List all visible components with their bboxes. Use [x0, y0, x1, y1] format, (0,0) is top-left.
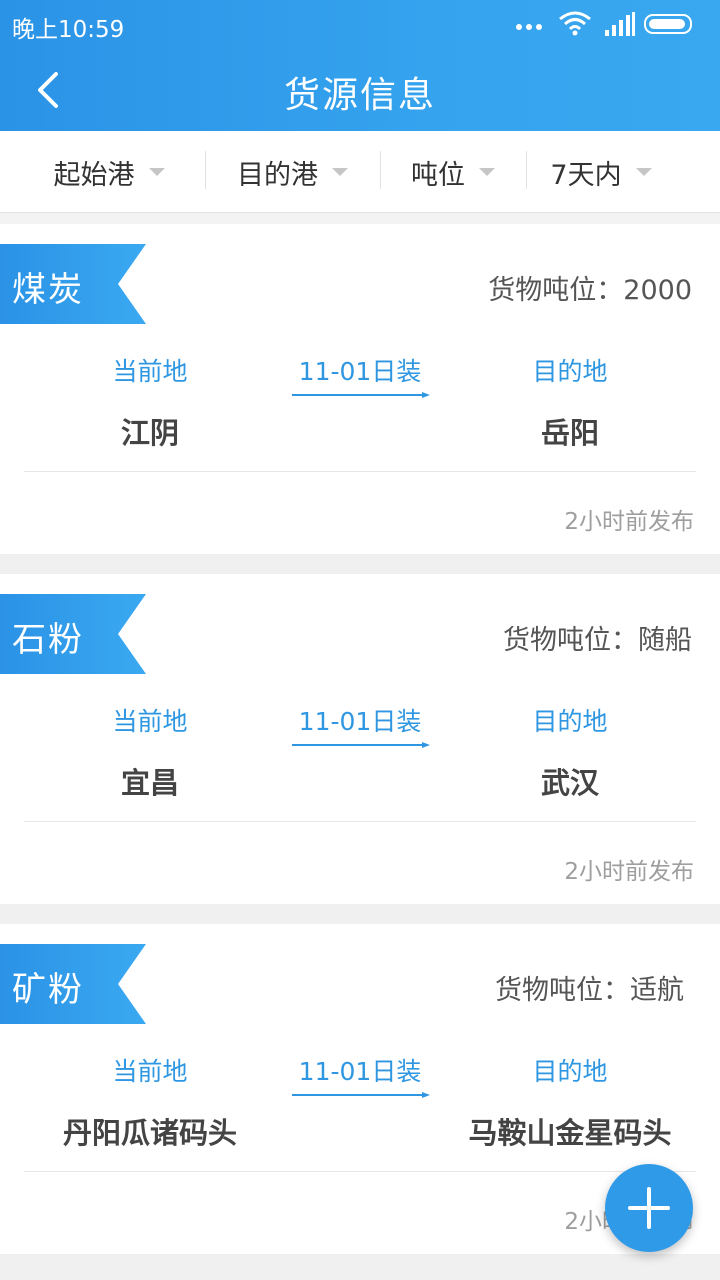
loading-date: 11-01日装 — [298, 357, 422, 386]
page-title: 货源信息 — [283, 75, 436, 116]
loading-date: 11-01日装 — [298, 1057, 422, 1086]
posted-time: 2小时前发布 — [564, 859, 694, 885]
category-ribbon: 煤炭 — [0, 244, 146, 324]
filter-bar: 起始港 目的港 吨位 7天内 — [0, 131, 720, 213]
category-label: 煤炭 — [12, 270, 84, 310]
filter-tonnage[interactable]: 吨位 — [380, 131, 526, 213]
filter-time-range[interactable]: 7天内 — [526, 131, 676, 213]
caret-down-icon — [635, 168, 652, 176]
route-arrow-icon — [292, 1092, 430, 1098]
origin-place: 宜昌 — [120, 766, 179, 800]
signal-icon — [605, 12, 635, 36]
filter-label: 7天内 — [550, 159, 622, 191]
category-ribbon: 石粉 — [0, 594, 146, 674]
filter-destination-port[interactable]: 目的港 — [205, 131, 380, 213]
category-label: 矿粉 — [12, 970, 84, 1010]
filter-label: 目的港 — [237, 159, 318, 191]
origin-label: 当前地 — [112, 707, 188, 736]
divider — [24, 821, 696, 822]
destination-label: 目的地 — [532, 1057, 608, 1086]
caret-down-icon — [148, 168, 165, 176]
destination-place: 岳阳 — [540, 416, 599, 450]
more-dots-icon — [516, 16, 546, 30]
divider — [24, 471, 696, 472]
cargo-card[interactable]: 石粉 货物吨位：随船 当前地 11-01日装 目的地 宜昌 武汉 2小时前发布 — [0, 574, 720, 904]
origin-place: 江阴 — [120, 416, 179, 450]
route-arrow-icon — [292, 392, 430, 398]
tonnage-text: 货物吨位：随船 — [503, 625, 692, 656]
destination-label: 目的地 — [532, 357, 608, 386]
origin-label: 当前地 — [112, 1057, 188, 1086]
battery-icon — [644, 14, 692, 34]
origin-label: 当前地 — [112, 357, 188, 386]
caret-down-icon — [332, 168, 348, 176]
status-time: 晚上10:59 — [12, 17, 125, 43]
category-label: 石粉 — [12, 620, 84, 660]
loading-date: 11-01日装 — [298, 707, 422, 736]
origin-place: 丹阳瓜诸码头 — [62, 1116, 237, 1150]
category-ribbon: 矿粉 — [0, 944, 146, 1024]
app-header: 晚上10:59 货源信息 — [0, 0, 720, 131]
posted-time: 2小时前发布 — [564, 509, 694, 535]
wifi-icon — [559, 11, 591, 36]
filter-label: 起始港 — [53, 159, 135, 191]
add-cargo-button[interactable] — [605, 1164, 693, 1252]
filter-label: 吨位 — [411, 159, 465, 191]
destination-label: 目的地 — [532, 707, 608, 736]
status-bar: 晚上10:59 — [0, 0, 720, 50]
caret-down-icon — [479, 168, 495, 176]
destination-place: 武汉 — [540, 766, 599, 800]
route-arrow-icon — [292, 742, 430, 748]
cargo-card[interactable]: 煤炭 货物吨位：2000 当前地 11-01日装 目的地 江阴 岳阳 2小时前发… — [0, 224, 720, 554]
destination-place: 马鞍山金星码头 — [468, 1116, 672, 1150]
tonnage-text: 货物吨位：2000 — [488, 275, 692, 306]
filter-origin-port[interactable]: 起始港 — [14, 131, 204, 213]
divider — [24, 1171, 696, 1172]
tonnage-text: 货物吨位：适航 — [495, 975, 684, 1006]
